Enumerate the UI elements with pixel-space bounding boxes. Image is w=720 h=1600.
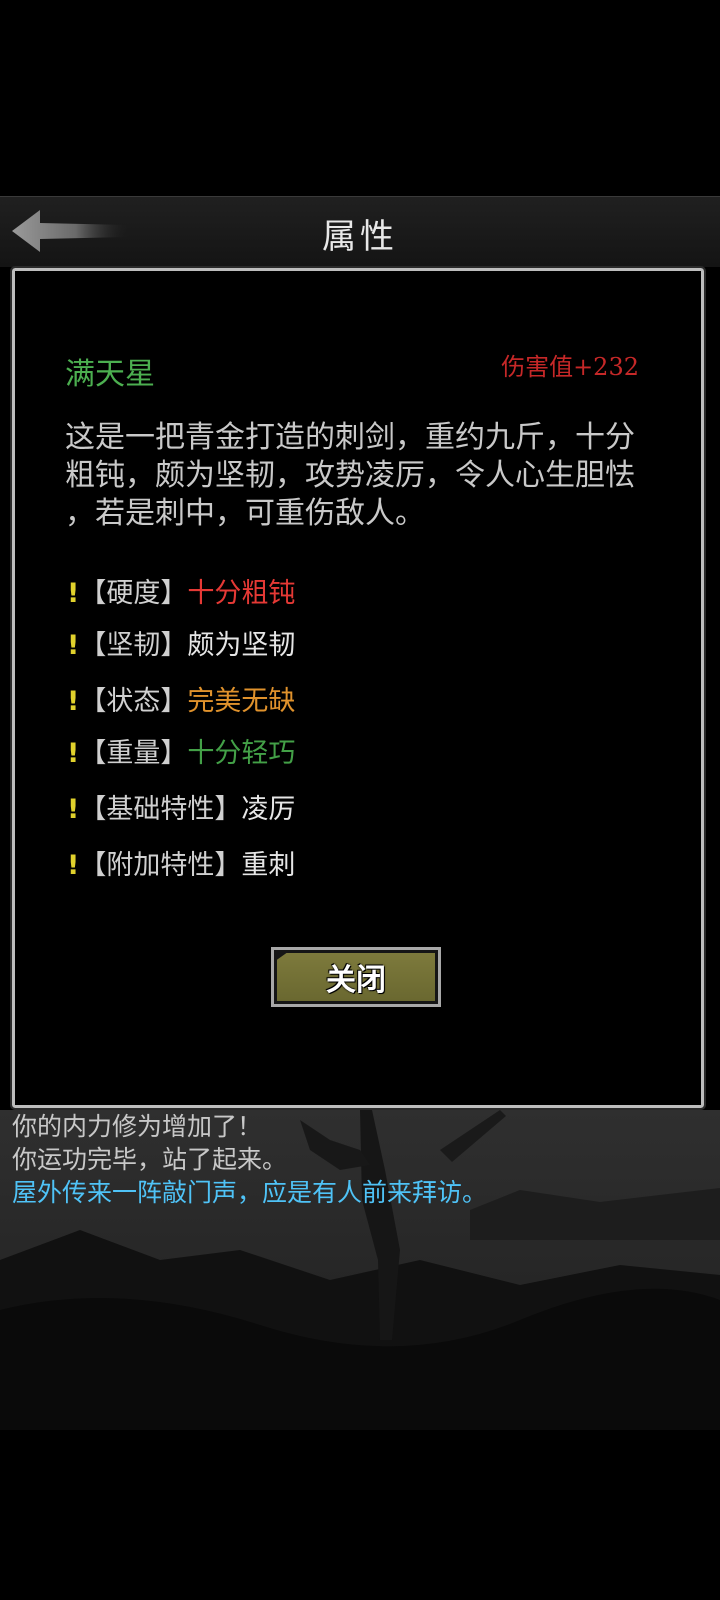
- attribute-value: 十分粗钝: [187, 578, 296, 609]
- item-description: 这是一把青金打造的刺剑，重约九斤，十分 粗钝，颇为坚韧，攻势凌厉，令人心生胆怯 …: [65, 420, 635, 531]
- log-line: 屋外传来一阵敲门声，应是有人前来拜访。: [12, 1178, 488, 1207]
- attribute-label: 【状态】: [79, 686, 188, 717]
- exclamation-icon: !: [67, 794, 80, 825]
- exclamation-icon: !: [67, 850, 80, 881]
- attribute-row-condition: !【状态】完美无缺: [67, 679, 295, 719]
- attribute-value: 完美无缺: [187, 686, 296, 717]
- attribute-dialog: 满天星 伤害值+232 这是一把青金打造的刺剑，重约九斤，十分 粗钝，颇为坚韧，…: [10, 266, 706, 1110]
- attribute-label: 【硬度】: [79, 578, 188, 609]
- item-name: 满天星: [65, 357, 155, 392]
- attribute-row-toughness: !【坚韧】颇为坚韧: [67, 623, 295, 663]
- attribute-row-weight: !【重量】十分轻巧: [67, 731, 295, 771]
- attribute-label: 【基础特性】: [79, 794, 242, 825]
- exclamation-icon: !: [67, 686, 80, 717]
- page-title: 属性: [322, 217, 398, 257]
- attribute-label: 【附加特性】: [79, 850, 242, 881]
- attribute-value: 重刺: [241, 850, 296, 881]
- attribute-label: 【坚韧】: [79, 630, 188, 661]
- header-bar: 属性: [0, 196, 720, 267]
- attribute-row-base-trait: !【基础特性】凌厉: [67, 787, 295, 827]
- message-log: 你的内力修为增加了！ 你运功完毕，站了起来。 屋外传来一阵敲门声，应是有人前来拜…: [12, 1110, 712, 1209]
- attribute-row-hardness: !【硬度】十分粗钝: [67, 571, 295, 611]
- log-line: 你的内力修为增加了！: [12, 1112, 263, 1141]
- attribute-value: 十分轻巧: [187, 738, 296, 769]
- log-line: 你运功完毕，站了起来。: [12, 1145, 288, 1174]
- attribute-label: 【重量】: [79, 738, 188, 769]
- damage-value: 伤害值+232: [501, 353, 639, 381]
- attribute-value: 凌厉: [241, 794, 296, 825]
- close-button[interactable]: 关闭: [271, 947, 441, 1007]
- exclamation-icon: !: [67, 578, 80, 609]
- close-button-label: 关闭: [277, 953, 435, 1001]
- exclamation-icon: !: [67, 630, 80, 661]
- exclamation-icon: !: [67, 738, 80, 769]
- attribute-value: 颇为坚韧: [187, 630, 296, 661]
- attribute-row-extra-trait: !【附加特性】重刺: [67, 843, 295, 883]
